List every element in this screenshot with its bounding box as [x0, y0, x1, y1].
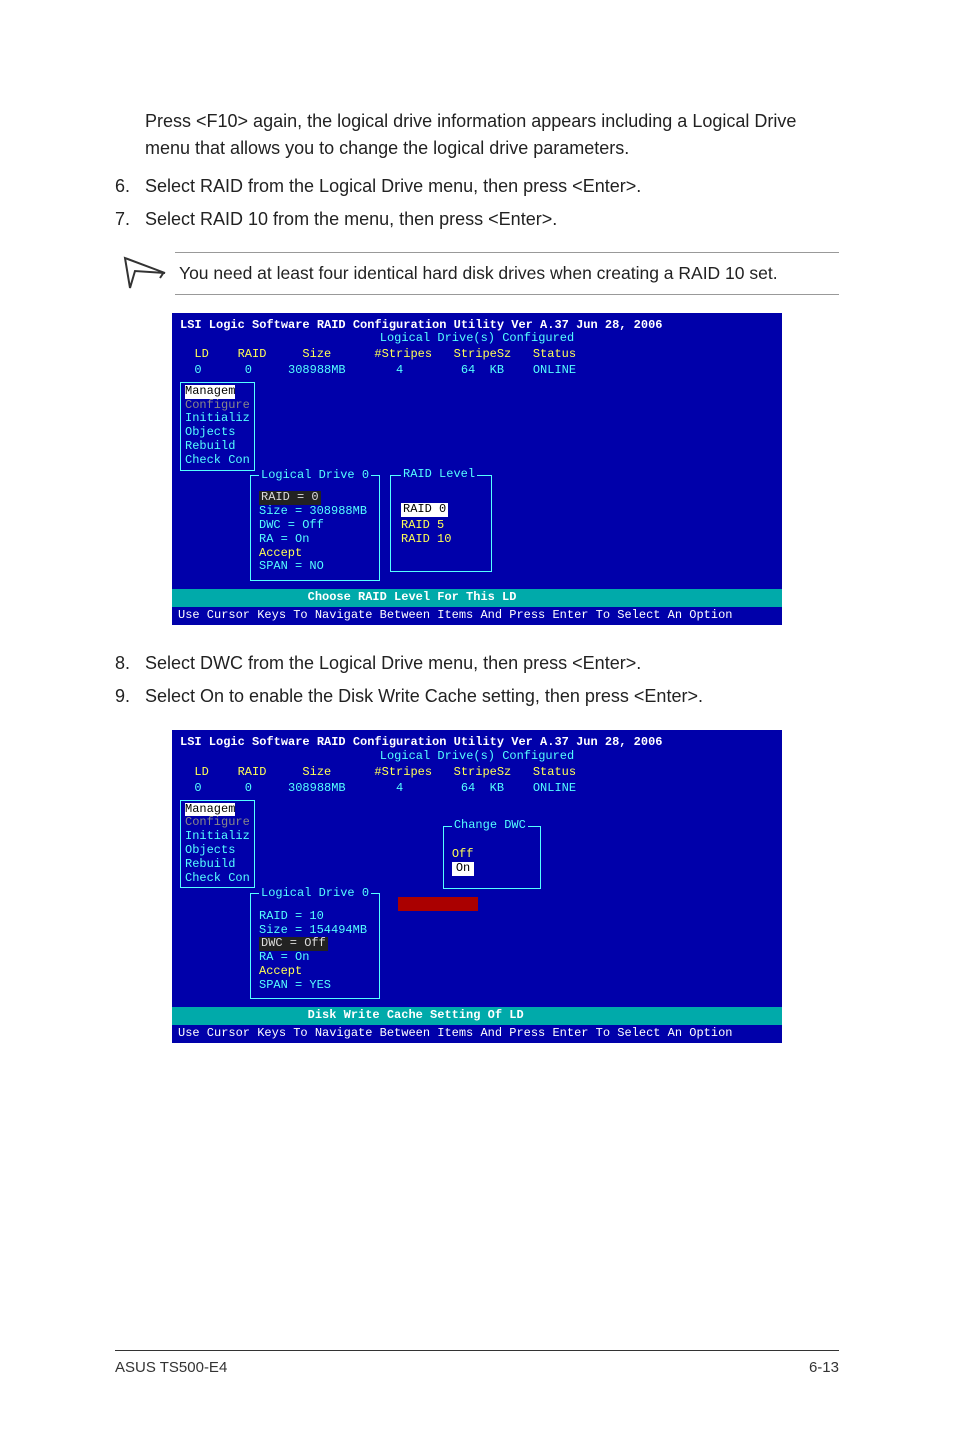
logical-drive-panel: Logical Drive 0 RAID = 0 Size = 308988MB… [250, 475, 380, 582]
menu-item-managem[interactable]: Managem [185, 803, 235, 817]
menu-item-managem[interactable]: Managem [185, 385, 235, 399]
note-text: You need at least four identical hard di… [175, 252, 839, 295]
bios-status-bar: Choose RAID Level For This LD [172, 589, 782, 607]
step-number: 6. [115, 172, 145, 201]
bios-columns: LD RAID Size #Stripes StripeSz Status [180, 348, 774, 362]
change-dwc-popup: Change DWC Off On [443, 826, 541, 889]
note-callout: You need at least four identical hard di… [115, 252, 839, 295]
step-text: Select DWC from the Logical Drive menu, … [145, 649, 641, 678]
ld-accept[interactable]: Accept [259, 964, 302, 978]
menu-item-initializ[interactable]: Initializ [185, 829, 250, 843]
bios-status-text: Disk Write Cache Setting Of LD [308, 1008, 524, 1022]
ld-size-line[interactable]: Size = 308988MB [259, 504, 367, 518]
step-number: 8. [115, 649, 145, 678]
ld-span-line[interactable]: SPAN = YES [259, 978, 331, 992]
intro-paragraph: Press <F10> again, the logical drive inf… [145, 108, 839, 162]
bios-title: LSI Logic Software RAID Configuration Ut… [180, 319, 774, 333]
menu-item-checkcon[interactable]: Check Con [185, 453, 250, 467]
ld-box-title: Logical Drive 0 [259, 469, 371, 483]
bios-side-menu: Managem Configure Initializ Objects Rebu… [180, 382, 255, 471]
menu-item-configure[interactable]: Configure [185, 398, 250, 412]
ld-raid-line[interactable]: RAID = 10 [259, 909, 324, 923]
dwc-popup-title: Change DWC [452, 818, 528, 832]
raid-10-option[interactable]: RAID 10 [401, 532, 451, 546]
raid-level-popup: RAID Level RAID 0 RAID 5 RAID 10 [390, 475, 492, 572]
bios-help-text: Use Cursor Keys To Navigate Between Item… [178, 608, 733, 622]
ld-box-title: Logical Drive 0 [259, 887, 371, 901]
bios-subtitle: Logical Drive(s) Configured [180, 750, 774, 764]
menu-item-objects[interactable]: Objects [185, 425, 235, 439]
raid-0-option[interactable]: RAID 0 [401, 503, 448, 517]
ld-ra-line[interactable]: RA = On [259, 950, 309, 964]
bios-title: LSI Logic Software RAID Configuration Ut… [180, 736, 774, 750]
ld-dwc-line[interactable]: DWC = Off [259, 518, 324, 532]
step-6: 6. Select RAID from the Logical Drive me… [115, 172, 839, 201]
bios-status-text: Choose RAID Level For This LD [308, 590, 517, 604]
bios-status-bar: Disk Write Cache Setting Of LD [172, 1007, 782, 1025]
selected-choice-indicator [398, 897, 478, 911]
footer-right: 6-13 [809, 1359, 839, 1376]
menu-item-rebuild[interactable]: Rebuild [185, 439, 235, 453]
footer-left: ASUS TS500-E4 [115, 1359, 227, 1376]
ld-raid-line[interactable]: RAID = 0 [259, 491, 321, 505]
bios-help-bar: Use Cursor Keys To Navigate Between Item… [172, 607, 782, 625]
bios-data-row: 0 0 308988MB 4 64 KB ONLINE [180, 364, 774, 378]
ld-ra-line[interactable]: RA = On [259, 532, 309, 546]
step-text: Select RAID 10 from the menu, then press… [145, 205, 557, 234]
raid-level-title: RAID Level [401, 467, 477, 481]
bios-data-row: 0 0 308988MB 4 64 KB ONLINE [180, 782, 774, 796]
menu-item-rebuild[interactable]: Rebuild [185, 857, 235, 871]
step-number: 7. [115, 205, 145, 234]
raid-5-option[interactable]: RAID 5 [401, 518, 444, 532]
bios-side-menu: Managem Configure Initializ Objects Rebu… [180, 800, 255, 889]
step-text: Select RAID from the Logical Drive menu,… [145, 172, 641, 201]
step-text: Select On to enable the Disk Write Cache… [145, 682, 703, 711]
logical-drive-panel: Logical Drive 0 RAID = 10 Size = 154494M… [250, 893, 380, 1000]
menu-item-checkcon[interactable]: Check Con [185, 871, 250, 885]
bios-help-text: Use Cursor Keys To Navigate Between Item… [178, 1026, 733, 1040]
step-9: 9. Select On to enable the Disk Write Ca… [115, 682, 839, 711]
bios-screenshot-2: LSI Logic Software RAID Configuration Ut… [172, 730, 782, 1043]
step-number: 9. [115, 682, 145, 711]
note-icon [115, 253, 175, 293]
ld-dwc-line[interactable]: DWC = Off [259, 937, 328, 951]
bios-subtitle: Logical Drive(s) Configured [180, 332, 774, 346]
step-7: 7. Select RAID 10 from the menu, then pr… [115, 205, 839, 234]
bios-screenshot-1: LSI Logic Software RAID Configuration Ut… [172, 313, 782, 625]
dwc-on-option[interactable]: On [452, 862, 474, 876]
ld-accept[interactable]: Accept [259, 546, 302, 560]
ld-span-line[interactable]: SPAN = NO [259, 559, 324, 573]
bios-columns: LD RAID Size #Stripes StripeSz Status [180, 766, 774, 780]
dwc-off-option[interactable]: Off [452, 847, 474, 861]
ld-size-line[interactable]: Size = 154494MB [259, 923, 367, 937]
bios-help-bar: Use Cursor Keys To Navigate Between Item… [172, 1025, 782, 1043]
page: Press <F10> again, the logical drive inf… [0, 0, 954, 1438]
menu-item-initializ[interactable]: Initializ [185, 411, 250, 425]
step-8: 8. Select DWC from the Logical Drive men… [115, 649, 839, 678]
menu-item-configure[interactable]: Configure [185, 815, 250, 829]
page-footer: ASUS TS500-E4 6-13 [115, 1350, 839, 1376]
menu-item-objects[interactable]: Objects [185, 843, 235, 857]
